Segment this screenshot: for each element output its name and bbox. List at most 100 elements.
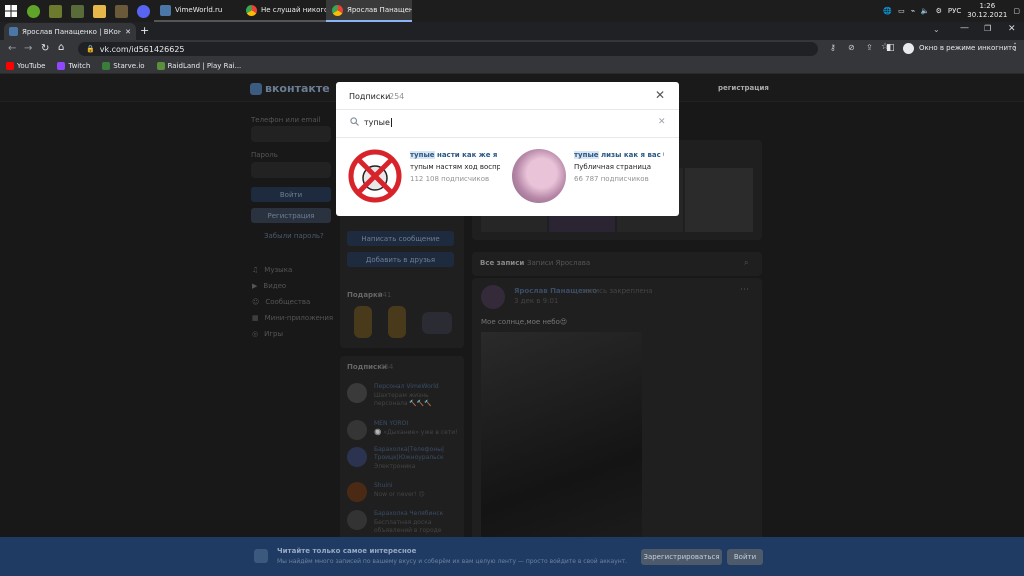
tab-close-icon[interactable]: ✕: [125, 28, 131, 36]
subscription-item[interactable]: Барахолка|Телефоны| Троицк|Южноуральск Э…: [347, 445, 462, 475]
task-label: VimeWorld.ru: [175, 6, 223, 14]
chrome-menu-icon[interactable]: ⋮: [1010, 42, 1020, 53]
gift-giraffe-icon[interactable]: [354, 306, 372, 338]
result-title-rest: лизы как я вас блин...: [600, 151, 664, 159]
incognito-icon[interactable]: [903, 43, 914, 54]
network-icon[interactable]: ⌁: [911, 7, 915, 15]
forgot-password-link[interactable]: Забыли пароль?: [264, 232, 324, 240]
modal-close-icon[interactable]: ✕: [655, 88, 665, 102]
bookmark-label: Twitch: [68, 61, 91, 70]
subscription-item[interactable]: Барахолка Челябинск Бесплатная доска объ…: [347, 508, 462, 538]
banner-register-button[interactable]: Зарегистрироваться: [641, 549, 722, 565]
language-indicator[interactable]: РУС: [948, 7, 961, 15]
menu-item-video[interactable]: ▶ Видео: [252, 278, 342, 294]
bookmarks-bar: YouTube Twitch Starve.io RaidLand | Play…: [0, 58, 1024, 74]
vk-logo[interactable]: вконтакте: [250, 82, 330, 95]
subscription-item[interactable]: Персонал VimeWorld Шахтерам жизнь персон…: [347, 381, 462, 411]
menu-item-games[interactable]: ◎ Игры: [252, 326, 342, 342]
share-icon[interactable]: ⇪: [866, 43, 873, 52]
modal-count: 254: [389, 92, 405, 101]
add-friend-button[interactable]: Добавить в друзья: [347, 252, 454, 267]
music-icon: ♫: [252, 266, 259, 274]
wall-search-icon[interactable]: ⌕: [744, 258, 748, 268]
subscription-item[interactable]: Shuini Now or never! 🙃: [347, 480, 462, 504]
windows-start-icon[interactable]: [0, 0, 22, 22]
avatar: [347, 383, 367, 403]
tab-all-posts[interactable]: Все записи: [480, 259, 524, 267]
minecraft-app-icon[interactable]: [110, 0, 132, 22]
incognito-label[interactable]: Окно в режиме инкогнито: [919, 44, 1016, 52]
notifications-icon[interactable]: ▢: [1013, 7, 1020, 15]
folder-icon[interactable]: [88, 0, 110, 22]
browser-tab-active[interactable]: Ярослав Панащенко | ВКонтакте ✕: [4, 23, 136, 40]
write-message-button[interactable]: Написать сообщение: [347, 231, 454, 246]
search-result-item[interactable]: тупые насти как же я вас ... тупым настя…: [336, 144, 500, 204]
subscription-desc: Шахтерам жизнь персонала 🔨🔨🔨: [374, 392, 432, 407]
taskbar-task-chrome-1[interactable]: Не слушай никого...: [240, 0, 326, 22]
youtube-icon: [6, 61, 14, 70]
menu-item-music[interactable]: ♫ Музыка: [252, 262, 342, 278]
apps-icon: ▦: [252, 314, 259, 322]
bookmark-starve[interactable]: Starve.io: [102, 61, 145, 70]
password-input[interactable]: [251, 162, 331, 178]
taskbar-task-vimeworld[interactable]: VimeWorld.ru: [154, 0, 240, 22]
result-title[interactable]: тупые насти как же я вас ...: [410, 151, 500, 159]
gta-app-icon[interactable]: [44, 0, 66, 22]
result-title-rest: насти как же я вас ...: [436, 151, 500, 159]
banner-login-button[interactable]: Войти: [727, 549, 763, 565]
result-description: тупым настям ход воспре...: [410, 163, 500, 171]
discord-app-icon[interactable]: [132, 0, 154, 22]
side-panel-icon[interactable]: ◧: [886, 43, 895, 53]
post-photo[interactable]: [481, 332, 642, 572]
bookmark-label: Starve.io: [113, 61, 145, 70]
post-more-icon[interactable]: ⋯: [740, 285, 749, 295]
gift-car-icon[interactable]: [422, 312, 452, 334]
tab-search-chevron-down-icon[interactable]: ⌄: [933, 25, 940, 34]
volume-icon[interactable]: 🔈: [921, 7, 930, 15]
result-title[interactable]: тупые лизы как я вас блин...: [574, 151, 664, 159]
new-tab-button[interactable]: +: [140, 24, 149, 37]
menu-label: Музыка: [264, 266, 293, 274]
login-button[interactable]: Войти: [251, 187, 331, 202]
settings-icon[interactable]: ⚙: [936, 7, 942, 15]
window-minimize-icon[interactable]: —: [960, 23, 969, 33]
game-app-icon[interactable]: [66, 0, 88, 22]
eye-off-icon[interactable]: ⊘: [848, 43, 855, 52]
home-icon[interactable]: ⌂: [58, 42, 64, 53]
result-title-highlight: тупые: [410, 151, 435, 159]
window-close-icon[interactable]: ✕: [1008, 24, 1016, 34]
phone-input[interactable]: [251, 126, 331, 142]
back-arrow-icon[interactable]: ←: [8, 43, 16, 54]
taskbar-task-chrome-2[interactable]: Ярослав Панащен...: [326, 0, 412, 22]
gift-giraffe-icon[interactable]: [388, 306, 406, 338]
vk-logo-text: вконтакте: [265, 82, 330, 95]
menu-item-communities[interactable]: ☺ Сообщества: [252, 294, 342, 310]
subscription-item[interactable]: MEN YOROI 🔘 «Дыхание» уже в сети!: [347, 418, 462, 442]
clock[interactable]: 1:26 30.12.2021: [967, 2, 1007, 20]
display-icon[interactable]: ▭: [898, 7, 905, 15]
globe-icon[interactable]: 🌐: [883, 7, 892, 15]
address-bar[interactable]: 🔒 vk.com/id561426625 ⚷ ⊘ ⇪ ☆: [78, 42, 889, 56]
register-link[interactable]: регистрация: [718, 84, 769, 92]
subscription-desc: Now or never! 🙃: [374, 491, 425, 498]
gifts-count: 141: [378, 291, 392, 299]
clear-search-icon[interactable]: ✕: [658, 117, 666, 127]
search-input[interactable]: тупые: [364, 118, 392, 127]
key-icon[interactable]: ⚷: [830, 43, 836, 52]
forward-arrow-icon[interactable]: →: [24, 43, 32, 54]
result-title-highlight: тупые: [574, 151, 599, 159]
bookmark-youtube[interactable]: YouTube: [6, 61, 45, 70]
vimeworld-app-icon[interactable]: [22, 0, 44, 22]
photo-thumb[interactable]: [685, 168, 753, 232]
menu-item-mini-apps[interactable]: ▦ Мини-приложения: [252, 310, 342, 326]
search-result-item[interactable]: тупые лизы как я вас блин... Публичная с…: [500, 144, 664, 204]
subscriptions-count: 254: [380, 363, 394, 371]
reload-icon[interactable]: ↻: [41, 43, 49, 54]
bookmark-raidland[interactable]: RaidLand | Play Rai...: [156, 61, 241, 70]
tab-author-posts[interactable]: Записи Ярослава: [527, 259, 590, 267]
window-restore-icon[interactable]: ❐: [984, 24, 991, 33]
post-date[interactable]: 3 дек в 9:01: [514, 297, 558, 305]
register-button[interactable]: Регистрация: [251, 208, 331, 223]
post-author-avatar[interactable]: [481, 285, 505, 309]
bookmark-twitch[interactable]: Twitch: [57, 61, 91, 70]
